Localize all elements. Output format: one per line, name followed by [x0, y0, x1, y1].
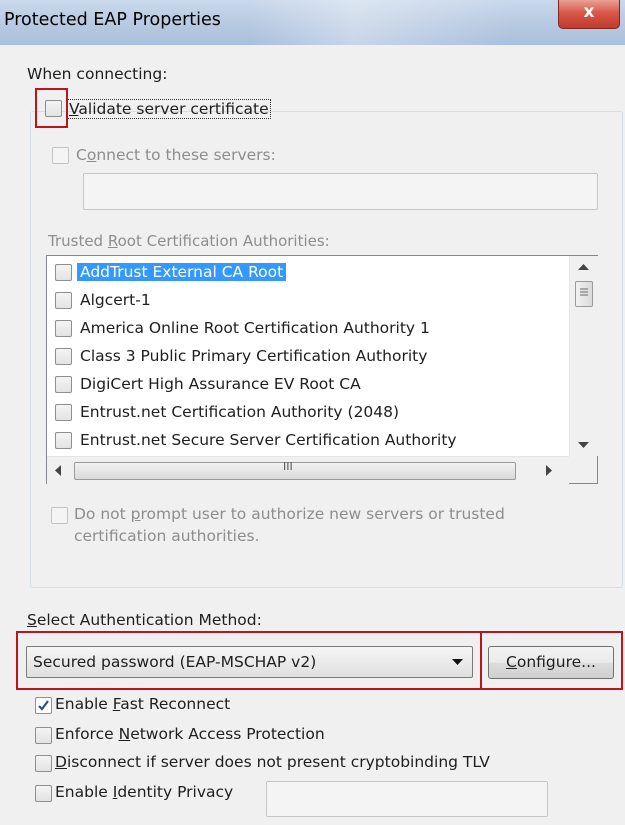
identity-input[interactable]	[266, 781, 548, 817]
horizontal-scrollbar[interactable]: III	[47, 456, 569, 484]
fast-reconnect-pre: Enable	[55, 695, 113, 713]
cryptobinding-label[interactable]: Disconnect if server does not present cr…	[55, 753, 490, 771]
scrollbar-corner	[569, 456, 597, 483]
list-item-label: Algcert-1	[80, 291, 151, 309]
list-item-checkbox[interactable]	[55, 348, 72, 365]
close-button[interactable]: x	[558, 0, 620, 29]
fast-reconnect-label[interactable]: Enable Fast Reconnect	[55, 695, 230, 713]
nap-text: etwork Access Protection	[130, 725, 325, 743]
list-item[interactable]: AddTrust External CA Root	[47, 259, 567, 287]
list-item[interactable]: Entrust.net Secure Server Certification …	[47, 427, 567, 455]
list-item-checkbox[interactable]	[55, 404, 72, 421]
scroll-down-arrow-icon[interactable]	[578, 442, 589, 449]
identity-privacy-pre: Enable	[55, 783, 113, 801]
scroll-left-arrow-icon[interactable]	[55, 465, 62, 476]
validate-cert-highlight	[35, 88, 68, 128]
trusted-roots-label: Trusted Root Certification Authorities:	[48, 232, 330, 250]
grip-icon: III	[283, 460, 293, 473]
list-item-checkbox[interactable]	[55, 432, 72, 449]
trusted-roots-text: oot Certification Authorities:	[117, 232, 330, 250]
connect-servers-text: nnect to these servers:	[96, 146, 276, 164]
scroll-right-arrow-icon[interactable]	[546, 465, 553, 476]
list-item-checkbox[interactable]	[55, 264, 72, 281]
identity-privacy-label[interactable]: Enable Identity Privacy	[55, 783, 233, 801]
list-item-label: Class 3 Public Primary Certification Aut…	[80, 347, 428, 365]
auth-method-mnemonic: S	[27, 611, 37, 629]
no-prompt-pre: Do not	[74, 505, 131, 523]
auth-method-text: elect Authentication Method:	[36, 611, 262, 629]
auth-method-label: Select Authentication Method:	[27, 611, 262, 629]
list-item[interactable]: DigiCert High Assurance EV Root CA	[47, 371, 567, 399]
list-item-label: America Online Root Certification Author…	[80, 319, 430, 337]
nap-label[interactable]: Enforce Network Access Protection	[55, 725, 325, 743]
nap-mnemonic: N	[118, 725, 131, 743]
title-bar-sheen	[250, 0, 510, 45]
list-item-checkbox[interactable]	[55, 320, 72, 337]
window-title: Protected EAP Properties	[4, 10, 221, 30]
list-item[interactable]: Class 3 Public Primary Certification Aut…	[47, 343, 567, 371]
list-item-label: AddTrust External CA Root	[77, 263, 287, 281]
list-item-label: Entrust.net Certification Authority (204…	[80, 403, 400, 421]
no-prompt-label-line2: certification authorities.	[74, 527, 260, 545]
title-bar: Protected EAP Properties x	[0, 0, 625, 45]
validate-cert-mnemonic: V	[69, 100, 79, 118]
nap-checkbox[interactable]	[35, 727, 52, 744]
scroll-up-arrow-icon[interactable]	[578, 264, 589, 271]
list-item-checkbox[interactable]	[55, 292, 72, 309]
trusted-roots-list[interactable]: AddTrust External CA Root Algcert-1 Amer…	[46, 255, 598, 484]
when-connecting-label: When connecting:	[27, 65, 168, 83]
validate-cert-label[interactable]: Validate server certificate	[67, 99, 271, 119]
list-item[interactable]: Entrust.net Certification Authority (204…	[47, 399, 567, 427]
no-prompt-text: rompt user to authorize new servers or t…	[140, 505, 505, 523]
no-prompt-label-line1: Do not prompt user to authorize new serv…	[74, 505, 505, 523]
no-prompt-mnemonic: p	[130, 505, 141, 523]
identity-privacy-checkbox[interactable]	[35, 785, 52, 802]
fast-reconnect-text: ast Reconnect	[120, 695, 231, 713]
list-item-label: Entrust.net Secure Server Certification …	[80, 431, 457, 449]
grip-icon	[580, 288, 588, 296]
list-item-checkbox[interactable]	[55, 376, 72, 393]
trusted-roots-pre: Trusted	[48, 232, 108, 250]
nap-pre: Enforce	[55, 725, 119, 743]
connect-servers-checkbox[interactable]	[52, 147, 69, 164]
validate-cert-text: alidate server certificate	[78, 100, 269, 118]
vertical-scrollbar[interactable]	[569, 256, 598, 456]
close-icon: x	[583, 2, 595, 22]
horizontal-scroll-thumb[interactable]: III	[74, 460, 516, 480]
connect-servers-mnemonic: o	[86, 146, 97, 164]
cryptobinding-checkbox[interactable]	[35, 755, 52, 772]
checkmark-icon	[38, 700, 49, 711]
list-item[interactable]: Algcert-1	[47, 287, 567, 315]
servers-input[interactable]	[83, 173, 598, 210]
list-item[interactable]: America Online Root Certification Author…	[47, 315, 567, 343]
list-item-label: DigiCert High Assurance EV Root CA	[80, 375, 361, 393]
vertical-scroll-thumb[interactable]	[575, 281, 593, 307]
auth-method-highlight	[16, 631, 482, 690]
fast-reconnect-checkbox[interactable]	[35, 697, 52, 714]
identity-privacy-text: dentity Privacy	[117, 783, 234, 801]
connect-servers-label: Connect to these servers:	[76, 146, 276, 164]
trusted-roots-mnemonic: R	[107, 232, 118, 250]
no-prompt-checkbox[interactable]	[51, 507, 68, 524]
cryptobinding-text: isconnect if server does not present cry…	[66, 753, 490, 771]
configure-highlight	[480, 631, 623, 690]
cryptobinding-mnemonic: D	[55, 753, 67, 771]
connect-servers-pre: C	[76, 146, 87, 164]
